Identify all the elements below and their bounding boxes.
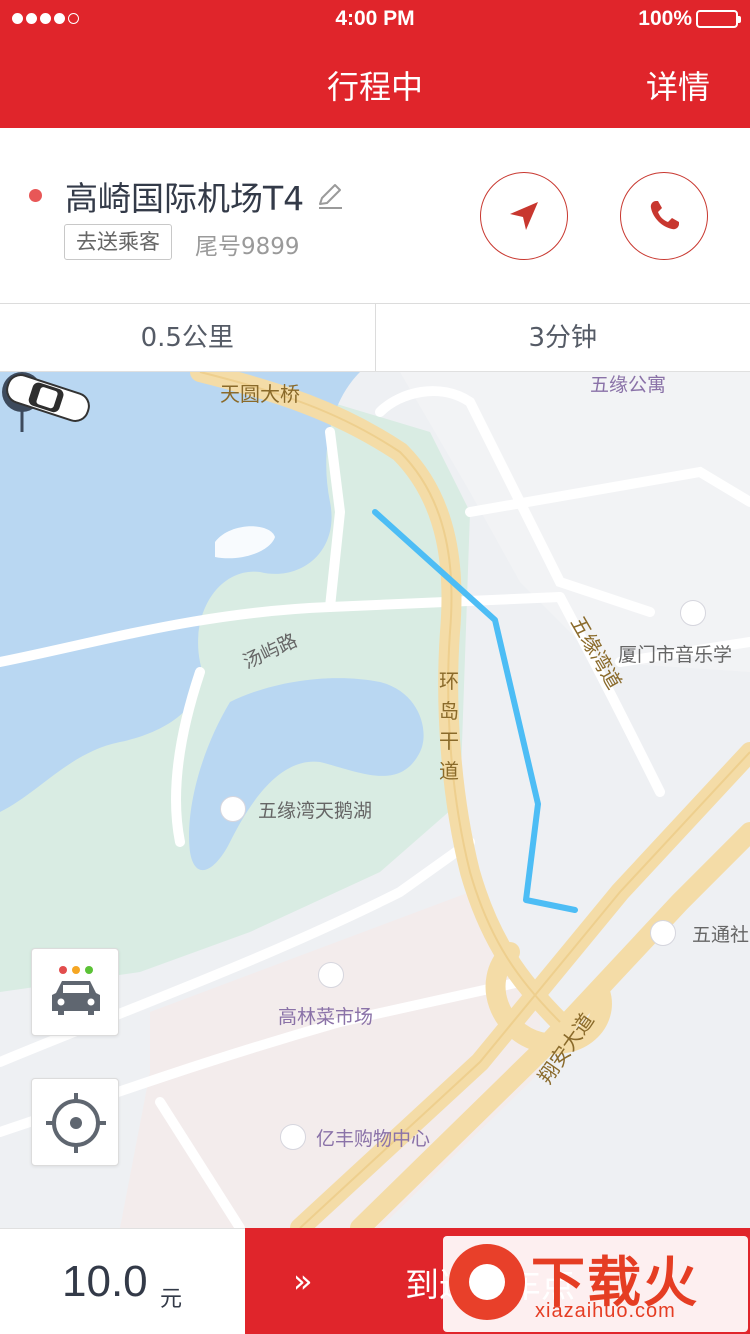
battery-percent: 100% bbox=[638, 7, 692, 30]
map-label-wutong: 五通社 bbox=[692, 924, 750, 946]
battery-status: 100% bbox=[638, 7, 741, 31]
trip-type-badge: 去送乘客 bbox=[64, 224, 172, 260]
remaining-distance: 0.5公里 bbox=[140, 323, 234, 353]
status-bar: 4:00 PM 100% bbox=[0, 0, 750, 40]
crosshair-icon bbox=[46, 1093, 106, 1153]
app-header: 4:00 PM 100% 行程中 详情 bbox=[0, 0, 750, 128]
school-poi-icon bbox=[680, 600, 706, 626]
fare-amount: 10.0 bbox=[62, 1257, 148, 1306]
market-poi-icon bbox=[318, 962, 344, 988]
mall-poi-icon bbox=[280, 1124, 306, 1150]
destination-card: 高崎国际机场T4 去送乘客 尾号9899 bbox=[0, 128, 750, 304]
watermark: 下载火 xiazaihuo.com bbox=[443, 1236, 748, 1332]
passenger-tail-number: 尾号9899 bbox=[195, 234, 300, 260]
destination-name[interactable]: 高崎国际机场T4 bbox=[65, 172, 304, 220]
map-view[interactable]: 天圆大桥 五缘公寓 五缘湾道 厦门市音乐学 汤屿路 环岛干道 五缘湾天鹅湖 五通… bbox=[0, 372, 750, 1228]
map-label-huandao-road: 环岛干道 bbox=[439, 669, 459, 783]
watermark-domain: xiazaihuo.com bbox=[535, 1300, 676, 1322]
locate-me-button[interactable] bbox=[31, 1078, 119, 1166]
battery-icon bbox=[696, 10, 741, 28]
traffic-toggle-button[interactable] bbox=[31, 948, 119, 1036]
page-title: 行程中 bbox=[326, 68, 423, 106]
fare-display: 10.0 元 bbox=[0, 1228, 245, 1334]
destination-dot-icon bbox=[29, 189, 42, 202]
traffic-car-icon bbox=[52, 966, 100, 1015]
map-label-tianyuan-bridge: 天圆大桥 bbox=[220, 382, 300, 406]
details-button[interactable]: 详情 bbox=[646, 62, 710, 108]
navigation-arrow-icon bbox=[510, 202, 538, 230]
map-label-swan-lake: 五缘湾天鹅湖 bbox=[258, 800, 373, 822]
map-label-music-school: 厦门市音乐学 bbox=[618, 644, 733, 666]
watermark-logo-icon bbox=[449, 1244, 525, 1320]
map-label-yifeng-mall: 亿丰购物中心 bbox=[316, 1128, 431, 1150]
fare-unit: 元 bbox=[160, 1287, 183, 1312]
lake-poi-icon bbox=[220, 796, 246, 822]
trip-metrics: 0.5公里 3分钟 bbox=[0, 304, 750, 372]
car-location-icon bbox=[6, 374, 90, 422]
phone-icon bbox=[650, 201, 679, 230]
remaining-time: 3分钟 bbox=[374, 304, 750, 371]
call-button[interactable] bbox=[620, 172, 708, 260]
map-label-gaolin-market: 高林菜市场 bbox=[278, 1006, 374, 1028]
double-chevron-right-icon: » bbox=[293, 1262, 313, 1300]
edit-pencil-icon[interactable] bbox=[316, 182, 344, 210]
shop-poi-icon bbox=[650, 920, 676, 946]
map-label-wuyuan-apartment: 五缘公寓 bbox=[590, 374, 667, 396]
navigate-button[interactable] bbox=[480, 172, 568, 260]
